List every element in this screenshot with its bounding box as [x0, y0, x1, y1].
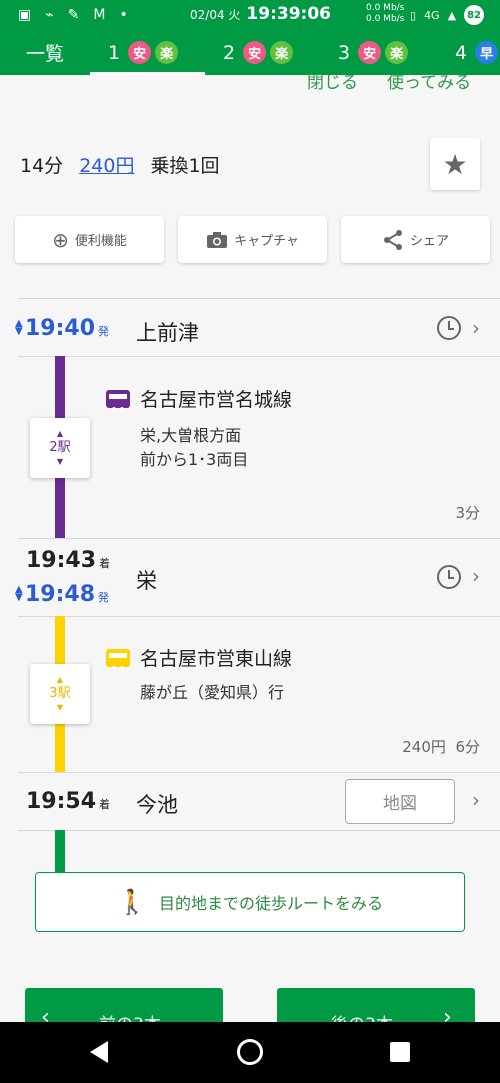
notification-icons: ▣ ⌁ ✎ M • [18, 6, 128, 24]
arrival-time: 19:54 着 [26, 789, 111, 814]
stop-name: 栄 [136, 569, 157, 593]
total-duration: 14分 [20, 155, 64, 177]
line-direction: 藤が丘（愛知県）行 [140, 683, 285, 702]
clock-icon[interactable] [437, 565, 461, 589]
star-icon: ★ [442, 147, 468, 181]
train-icon [106, 648, 130, 670]
signal-icon: ▲ [447, 8, 457, 22]
line-bar-walk [55, 830, 65, 872]
gallery-icon: ▣ [18, 7, 32, 23]
stop-row-arrival[interactable]: 19:54 着 今池 地図 › [0, 772, 500, 830]
updown-icon: ▲ ▼ [15, 584, 23, 603]
tab-route-1[interactable]: 1 安 楽 [90, 30, 205, 75]
chevron-right-icon: › [472, 788, 480, 812]
safe-badge: 安 [243, 41, 267, 64]
stop-name: 上前津 [136, 321, 199, 345]
walking-route-button[interactable]: 🚶 目的地までの徒歩ルートをみる [35, 872, 465, 932]
tab-list[interactable]: 一覧 [0, 30, 90, 75]
easy-badge: 楽 [385, 41, 409, 64]
share-button[interactable]: シェア [341, 216, 490, 263]
stop-row-transfer[interactable]: 19:43 着 ▲ ▼ 19:48 発 栄 › [0, 538, 500, 616]
try-button[interactable]: 使ってみる [387, 74, 471, 92]
departure-time: 19:40 発 [25, 316, 110, 341]
easy-badge: 楽 [155, 41, 179, 64]
arrival-time: 19:43 着 [26, 548, 111, 573]
walking-person-icon: 🚶 [117, 888, 147, 916]
network-type: 4G [424, 8, 440, 22]
utility-buttons: ⊕ 便利機能 キャプチャ シェア [15, 216, 490, 263]
tab-route-4[interactable]: 4 早 [435, 30, 500, 75]
stop-row-departure[interactable]: ▲ ▼ 19:40 発 上前津 › [0, 298, 500, 356]
close-button[interactable]: 閉じる [307, 74, 358, 92]
route-summary: 14分 240円 乗換1回 [20, 151, 220, 178]
station-count-box[interactable]: ▲ 3駅 ▼ [30, 664, 90, 724]
system-navigation-bar [0, 1022, 500, 1083]
bird-icon: ⌁ [45, 7, 54, 23]
feather-icon: ✎ [67, 7, 80, 23]
recents-icon[interactable] [390, 1042, 410, 1062]
chevron-right-icon: › [472, 316, 480, 340]
fast-badge: 早 [475, 41, 499, 64]
capture-button[interactable]: キャプチャ [178, 216, 327, 263]
map-button[interactable]: 地図 [345, 779, 455, 824]
transfer-count: 乗換1回 [150, 155, 220, 177]
station-count-box[interactable]: ▲ 2駅 ▼ [30, 418, 90, 478]
network-speed: 0.0 Mb/s 0.0 Mb/s [366, 3, 405, 24]
safe-badge: 安 [358, 41, 382, 64]
chevron-right-icon: › [472, 564, 480, 588]
tab-route-3[interactable]: 3 安 楽 [320, 30, 435, 75]
departure-time: 19:48 発 [25, 582, 110, 607]
line-name-higashiyama[interactable]: 名古屋市営東山線 [106, 644, 292, 671]
back-icon[interactable] [90, 1041, 108, 1063]
share-icon [383, 229, 402, 250]
leg-fare-duration: 240円 6分 [402, 738, 480, 756]
convenience-button[interactable]: ⊕ 便利機能 [15, 216, 164, 263]
status-time: 19:39:06 [246, 4, 331, 24]
plus-circle-icon: ⊕ [52, 227, 69, 252]
status-bar: ▣ ⌁ ✎ M • 02/04 火 19:39:06 0.0 Mb/s 0.0 … [0, 0, 500, 30]
camera-icon [207, 231, 228, 248]
status-date: 02/04 火 [190, 8, 241, 22]
safe-badge: 安 [128, 41, 152, 64]
tab-route-2[interactable]: 2 安 楽 [205, 30, 320, 75]
stop-name: 今池 [136, 793, 178, 817]
mail-icon: M [93, 7, 106, 23]
fare-link[interactable]: 240円 [79, 151, 134, 178]
top-actions: 閉じる 使ってみる [0, 74, 500, 92]
line-direction: 栄,大曽根方面 前から1･3両目 [140, 426, 249, 469]
clock-icon[interactable] [437, 316, 461, 340]
home-icon[interactable] [237, 1039, 263, 1065]
line-name-meijo[interactable]: 名古屋市営名城線 [106, 385, 292, 412]
easy-badge: 楽 [270, 41, 294, 64]
favorite-button[interactable]: ★ [430, 138, 480, 190]
train-icon [106, 389, 130, 411]
vibrate-icon: ▯ [410, 8, 417, 22]
dot-icon: • [119, 7, 128, 23]
battery-icon: 82 [464, 5, 485, 25]
leg-duration: 3分 [455, 504, 480, 522]
route-tabs: 一覧 1 安 楽 2 安 楽 3 安 楽 4 早 [0, 30, 500, 75]
updown-icon: ▲ ▼ [15, 318, 23, 337]
